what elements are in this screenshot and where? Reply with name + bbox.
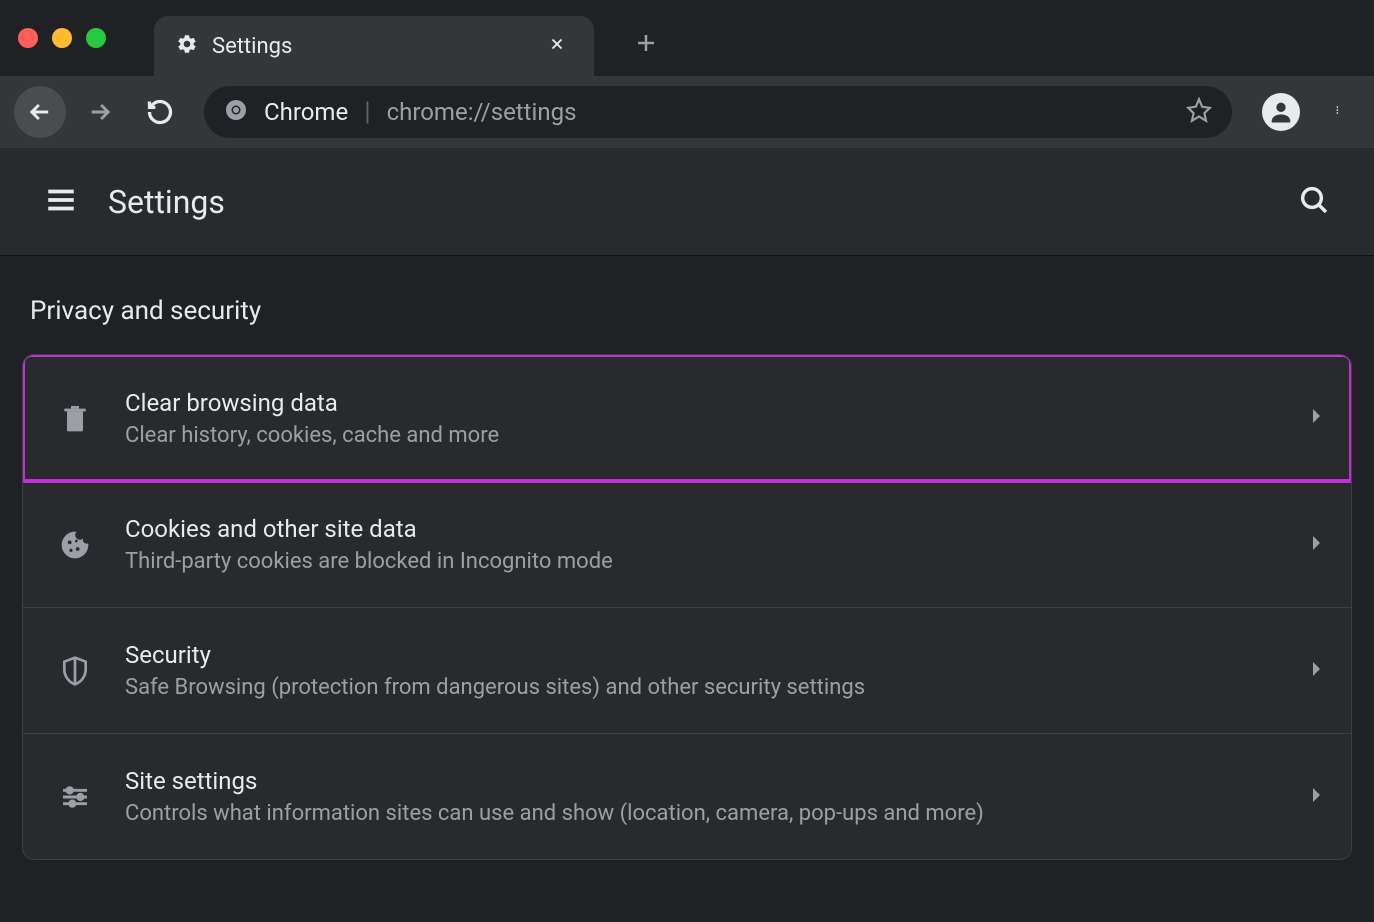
- row-subtitle: Controls what information sites can use …: [125, 801, 1311, 826]
- row-clear-browsing-data[interactable]: Clear browsing data Clear history, cooki…: [23, 355, 1351, 481]
- trash-icon: [51, 402, 99, 434]
- profile-avatar-button[interactable]: [1262, 93, 1300, 131]
- omnibox-separator: |: [364, 97, 370, 127]
- browser-toolbar: Chrome | chrome://settings: [0, 76, 1374, 148]
- window-maximize-button[interactable]: [86, 28, 106, 48]
- row-title: Site settings: [125, 767, 1311, 795]
- chevron-right-icon: [1311, 408, 1323, 428]
- omnibox-url: chrome://settings: [387, 98, 1170, 126]
- omnibox-chip-label: Chrome: [264, 98, 348, 126]
- window-close-button[interactable]: [18, 28, 38, 48]
- page-title: Settings: [108, 183, 1268, 221]
- bookmark-star-icon[interactable]: [1186, 97, 1212, 127]
- address-bar[interactable]: Chrome | chrome://settings: [204, 86, 1232, 138]
- gear-icon: [176, 33, 198, 59]
- settings-content: Privacy and security Clear browsing data…: [0, 256, 1374, 860]
- row-security[interactable]: Security Safe Browsing (protection from …: [23, 607, 1351, 733]
- row-site-settings[interactable]: Site settings Controls what information …: [23, 733, 1351, 859]
- tab-strip: Settings: [0, 0, 1374, 76]
- reload-button[interactable]: [134, 86, 186, 138]
- section-heading: Privacy and security: [0, 296, 1374, 354]
- window-minimize-button[interactable]: [52, 28, 72, 48]
- chevron-right-icon: [1311, 787, 1323, 807]
- row-title: Clear browsing data: [125, 389, 1311, 417]
- tab-title: Settings: [212, 34, 528, 59]
- back-button[interactable]: [14, 86, 66, 138]
- row-text: Site settings Controls what information …: [125, 767, 1311, 826]
- browser-tab[interactable]: Settings: [154, 16, 594, 76]
- row-subtitle: Third-party cookies are blocked in Incog…: [125, 549, 1311, 574]
- row-title: Cookies and other site data: [125, 515, 1311, 543]
- privacy-card: Clear browsing data Clear history, cooki…: [22, 354, 1352, 860]
- window-controls: [18, 28, 106, 48]
- row-subtitle: Safe Browsing (protection from dangerous…: [125, 675, 1311, 700]
- menu-icon[interactable]: [44, 183, 78, 221]
- sliders-icon: [51, 781, 99, 813]
- chevron-right-icon: [1311, 535, 1323, 555]
- forward-button[interactable]: [74, 86, 126, 138]
- row-text: Cookies and other site data Third-party …: [125, 515, 1311, 574]
- row-text: Security Safe Browsing (protection from …: [125, 641, 1311, 700]
- cookie-icon: [51, 529, 99, 561]
- close-tab-button[interactable]: [542, 30, 572, 63]
- row-text: Clear browsing data Clear history, cooki…: [125, 389, 1311, 448]
- chrome-icon: [224, 98, 248, 126]
- shield-icon: [51, 655, 99, 687]
- search-button[interactable]: [1298, 184, 1330, 220]
- chevron-right-icon: [1311, 661, 1323, 681]
- new-tab-button[interactable]: [622, 20, 670, 71]
- settings-app-bar: Settings: [0, 148, 1374, 256]
- row-subtitle: Clear history, cookies, cache and more: [125, 423, 1311, 448]
- row-title: Security: [125, 641, 1311, 669]
- row-cookies[interactable]: Cookies and other site data Third-party …: [23, 481, 1351, 607]
- browser-menu-button[interactable]: [1320, 87, 1360, 137]
